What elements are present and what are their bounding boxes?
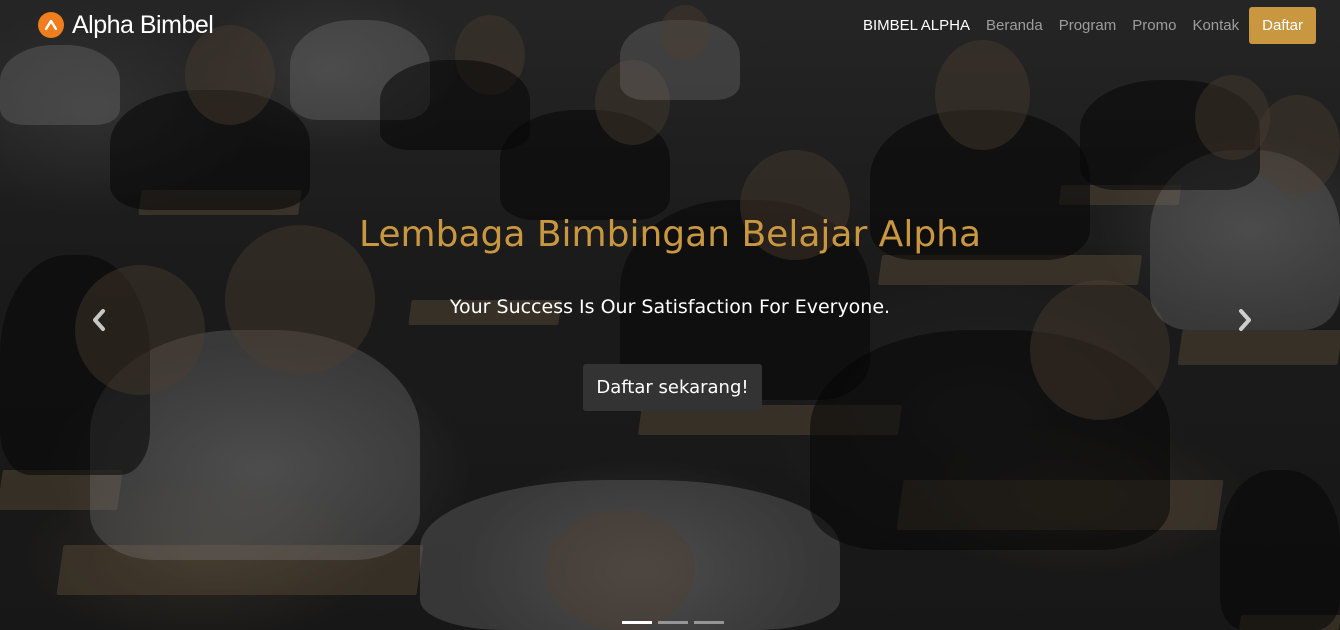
nav-item-program[interactable]: Program bbox=[1051, 17, 1125, 34]
nav-item-beranda[interactable]: Beranda bbox=[978, 17, 1051, 34]
register-now-button[interactable]: Daftar sekarang! bbox=[583, 364, 762, 411]
hero-title: Lembaga Bimbingan Belajar Alpha bbox=[358, 214, 982, 255]
top-navbar: Alpha Bimbel BIMBEL ALPHA Beranda Progra… bbox=[0, 0, 1340, 50]
brand-name: Alpha Bimbel bbox=[72, 10, 214, 39]
nav-item-promo[interactable]: Promo bbox=[1124, 17, 1184, 34]
chevron-left-icon bbox=[90, 308, 108, 336]
daftar-button[interactable]: Daftar bbox=[1249, 6, 1316, 44]
carousel-next-control[interactable] bbox=[1223, 300, 1267, 344]
hero-subtitle: Your Success Is Our Satisfaction For Eve… bbox=[449, 296, 891, 318]
carousel-indicators bbox=[622, 621, 724, 624]
chevron-right-icon bbox=[1236, 308, 1254, 336]
carousel-indicator-3[interactable] bbox=[694, 621, 724, 624]
alpha-logo-icon bbox=[38, 12, 64, 38]
nav-item-kontak[interactable]: Kontak bbox=[1184, 17, 1247, 34]
carousel-indicator-2[interactable] bbox=[658, 621, 688, 624]
nav-menu: BIMBEL ALPHA Beranda Program Promo Konta… bbox=[855, 0, 1340, 50]
carousel-prev-control[interactable] bbox=[77, 300, 121, 344]
brand-link[interactable]: Alpha Bimbel bbox=[38, 10, 214, 40]
nav-item-bimbel-alpha[interactable]: BIMBEL ALPHA bbox=[855, 17, 978, 34]
carousel-indicator-1[interactable] bbox=[622, 621, 652, 624]
